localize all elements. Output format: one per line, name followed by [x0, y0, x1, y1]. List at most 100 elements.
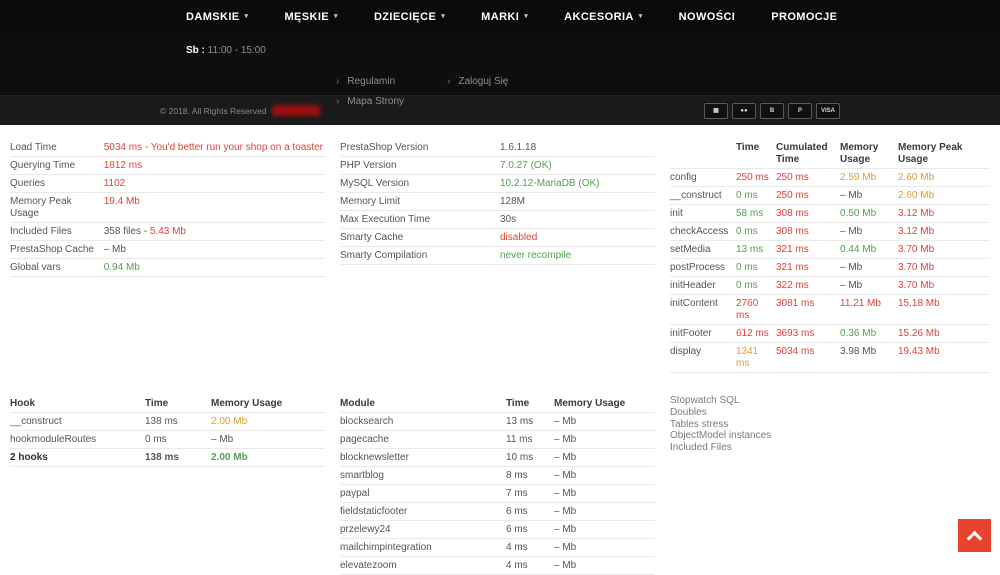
row-label: postProcess — [670, 259, 736, 277]
table-row: blocksearch13 ms– Mb — [340, 413, 655, 431]
column-header: Memory Usage — [211, 395, 325, 413]
table-row: Load Time5034 ms - You'd better run your… — [10, 139, 325, 157]
link-mapa-strony[interactable]: Mapa Strony — [336, 96, 404, 107]
cell-value: 0 ms — [736, 280, 758, 291]
row-value: 7.0.27 (OK) — [500, 157, 655, 175]
cell: 2.60 Mb — [898, 187, 990, 205]
table-row: Max Execution Time30s — [340, 211, 655, 229]
mastercard-icon: ●● — [732, 103, 756, 119]
row-value: never recompile — [500, 247, 655, 265]
profiler-link-objectmodel-instances[interactable]: ObjectModel instances — [670, 430, 990, 442]
bitcoin-icon: B — [760, 103, 784, 119]
footer-widgets: Sb : 11:00 - 15:00 Regulamin Mapa Strony… — [0, 33, 1000, 95]
value-part: 10.2.12-MariaDB (OK) — [500, 178, 599, 189]
nav-item-promocje[interactable]: PROMOCJE — [771, 11, 837, 23]
nav-item-dziecięce[interactable]: DZIECIĘCE▾ — [374, 11, 445, 23]
row-label: przelewy24 — [340, 521, 506, 539]
table-row: initFooter612 ms3693 ms0.36 Mb15.26 Mb — [670, 325, 990, 343]
cell: 11.21 Mb — [840, 295, 898, 325]
table-row: 2 hooks138 ms2.00 Mb — [10, 449, 325, 467]
link-regulamin[interactable]: Regulamin — [336, 76, 395, 87]
cell-value: 0 ms — [736, 190, 758, 201]
chevron-down-icon: ▾ — [524, 13, 528, 20]
profiler-link-stopwatch-sql[interactable]: Stopwatch SQL — [670, 395, 990, 407]
row-label: init — [670, 205, 736, 223]
cell: – Mb — [840, 223, 898, 241]
scroll-top-button[interactable] — [958, 519, 991, 552]
chevron-down-icon: ▾ — [245, 13, 249, 20]
nav-item-label: DZIECIĘCE — [374, 11, 436, 23]
cell-value: 138 ms — [145, 452, 179, 463]
cell: 3.70 Mb — [898, 277, 990, 295]
row-label: mailchimpintegration — [340, 539, 506, 557]
nav-item-męskie[interactable]: MĘSKIE▾ — [284, 11, 338, 23]
cell-value: 10 ms — [506, 452, 533, 463]
row-label: fieldstaticfooter — [340, 503, 506, 521]
nav-item-damskie[interactable]: DAMSKIE▾ — [186, 11, 248, 23]
row-label: initHeader — [670, 277, 736, 295]
cell: 2.00 Mb — [211, 449, 325, 467]
table-row: Queries1102 — [10, 175, 325, 193]
link-zaloguj-sie[interactable]: Zaloguj Się — [447, 76, 508, 87]
cell-value: 15.18 Mb — [898, 298, 940, 309]
column-header: Module — [340, 395, 506, 413]
cell: 8 ms — [506, 467, 554, 485]
row-label: Queries — [10, 175, 104, 193]
cell-value: 2.60 Mb — [898, 190, 934, 201]
table-row: checkAccess0 ms308 ms– Mb3.12 Mb — [670, 223, 990, 241]
cell: 2.59 Mb — [840, 169, 898, 187]
cell-value: 8 ms — [506, 470, 528, 481]
cell: 13 ms — [506, 413, 554, 431]
chevron-up-icon — [967, 530, 983, 546]
cell: – Mb — [554, 467, 655, 485]
cell: 3.12 Mb — [898, 205, 990, 223]
nav-item-marki[interactable]: MARKI▾ — [481, 11, 528, 23]
row-label: Smarty Cache — [340, 229, 500, 247]
column-header: Time — [145, 395, 211, 413]
nav-item-akcesoria[interactable]: AKCESORIA▾ — [564, 11, 643, 23]
row-label: PHP Version — [340, 157, 500, 175]
profiler-link-tables-stress[interactable]: Tables stress — [670, 419, 990, 431]
table-row: przelewy246 ms– Mb — [340, 521, 655, 539]
cell-value: 11.21 Mb — [840, 298, 881, 309]
table-row: Memory Limit128M — [340, 193, 655, 211]
cell-value: 2.60 Mb — [898, 172, 934, 183]
nav-item-label: NOWOŚCI — [679, 11, 736, 23]
table-row: Smarty Compilationnever recompile — [340, 247, 655, 265]
cell-value: 5034 ms — [776, 346, 814, 357]
cell-value: 2.59 Mb — [840, 172, 876, 183]
row-label: setMedia — [670, 241, 736, 259]
nav-item-label: MĘSKIE — [284, 11, 329, 23]
row-label: Load Time — [10, 139, 104, 157]
row-value: disabled — [500, 229, 655, 247]
row-value: 0.94 Mb — [104, 259, 325, 277]
chevron-down-icon: ▾ — [639, 13, 643, 20]
nav-item-label: PROMOCJE — [771, 11, 837, 23]
cell: 3.98 Mb — [840, 343, 898, 373]
value-part: disabled — [500, 232, 537, 243]
profiler-link-doubles[interactable]: Doubles — [670, 407, 990, 419]
cell: 13 ms — [736, 241, 776, 259]
table-row: MySQL Version10.2.12-MariaDB (OK) — [340, 175, 655, 193]
cell: 5034 ms — [776, 343, 840, 373]
cell-value: – Mb — [840, 226, 862, 237]
row-label: smartblog — [340, 467, 506, 485]
cell-value: 11 ms — [506, 434, 533, 445]
cell-value: 321 ms — [776, 262, 809, 273]
cell-value: 308 ms — [776, 208, 809, 219]
cell: – Mb — [554, 539, 655, 557]
row-label: Memory Peak Usage — [10, 193, 104, 223]
table-row: postProcess0 ms321 ms– Mb3.70 Mb — [670, 259, 990, 277]
row-label: blocknewsletter — [340, 449, 506, 467]
profiler-link-included-files[interactable]: Included Files — [670, 442, 990, 454]
cell-value: 0 ms — [736, 226, 758, 237]
table-row: PrestaShop Version1.6.1.18 — [340, 139, 655, 157]
value-part: 1.6.1.18 — [500, 142, 536, 153]
cell: 138 ms — [145, 413, 211, 431]
cell-value: – Mb — [554, 434, 576, 445]
cell: 321 ms — [776, 259, 840, 277]
value-part: 5034 ms - You'd better run your shop on … — [104, 142, 323, 153]
cell-value: 1341 ms — [736, 346, 758, 369]
nav-item-nowości[interactable]: NOWOŚCI — [679, 11, 736, 23]
table-row: elevatezoom4 ms– Mb — [340, 557, 655, 575]
